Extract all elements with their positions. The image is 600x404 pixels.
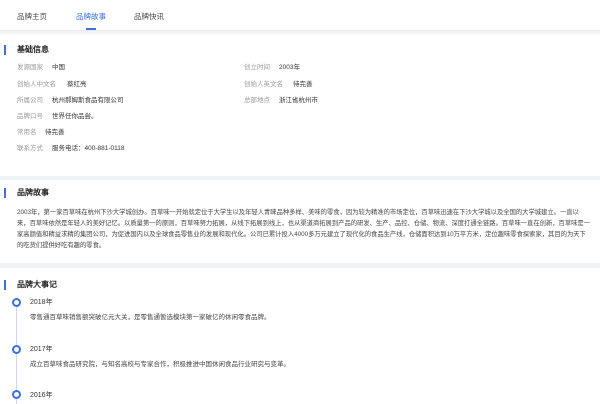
founder-en-label: 创始人英文名 (244, 81, 283, 88)
basic-info-title: 基础信息 (17, 45, 49, 54)
alias-label: 常用名 (17, 129, 37, 136)
company-value: 杭州郝姆斯食品有限公司 (52, 97, 124, 104)
event-year-2018: 2018年 (30, 299, 53, 306)
alias-value: 待完善 (45, 129, 65, 136)
timeline-dot (12, 390, 21, 399)
hq-label: 总部地点 (244, 97, 270, 104)
company-label: 所属公司 (17, 97, 43, 104)
founder-en-value: 待完善 (293, 81, 313, 88)
tab-brand-home[interactable]: 品牌主页 (17, 11, 47, 22)
contact-label: 联系方式 (17, 145, 43, 152)
brand-story-title: 品牌故事 (17, 188, 49, 197)
hq-value: 浙江省杭州市 (279, 97, 318, 104)
founded-value: 2003年 (279, 64, 300, 71)
brand-tabs: 品牌主页 品牌故事 品牌快讯 (0, 0, 600, 31)
tab-brand-story[interactable]: 品牌故事 (76, 11, 106, 22)
basic-info-card: 基础信息 发源国家 中国 创立时间 2003年 创始人中文名 蔡红亮 创始人英文… (0, 34, 600, 176)
event-year-2017: 2017年 (30, 346, 53, 353)
brand-events-title: 品牌大事记 (17, 280, 57, 289)
active-tab-indicator (86, 28, 96, 30)
section-accent-bar (4, 280, 6, 290)
slogan-value: 世界任你品尝。 (52, 113, 98, 120)
origin-value: 中国 (52, 64, 65, 71)
brand-story-text: 2003年，第一家百草味在杭州下沙大学城创办。百草味一开始就定位于大学生以及年轻… (17, 209, 591, 249)
founder-cn-label: 创始人中文名 (17, 81, 56, 88)
event-text-2017: 成立百草味食品研究院，与知名高校与专家合作，积极推进中国休闲食品行业研究与变革。 (30, 361, 290, 368)
founder-cn-value: 蔡红亮 (67, 81, 87, 88)
event-year-2016: 2016年 (30, 392, 53, 399)
timeline-dot (12, 345, 21, 354)
event-text-2018: 零售通百草味销售额突破亿元大关，是零售通暂选模块第一家破亿的休闲零食品牌。 (30, 314, 271, 321)
origin-label: 发源国家 (17, 64, 43, 71)
brand-events-card: 品牌大事记 2018年 零售通百草味销售额突破亿元大关，是零售通暂选模块第一家破… (0, 268, 600, 404)
section-accent-bar (4, 45, 6, 55)
brand-story-card: 品牌故事 2003年，第一家百草味在杭州下沙大学城创办。百草味一开始就定位于大学… (0, 180, 600, 263)
section-accent-bar (4, 188, 6, 198)
founded-label: 创立时间 (244, 64, 270, 71)
tab-brand-news[interactable]: 品牌快讯 (134, 11, 164, 22)
contact-value: 服务电话：400-881-0118 (52, 145, 125, 152)
timeline-dot (12, 298, 21, 307)
slogan-label: 品牌口号 (17, 113, 43, 120)
